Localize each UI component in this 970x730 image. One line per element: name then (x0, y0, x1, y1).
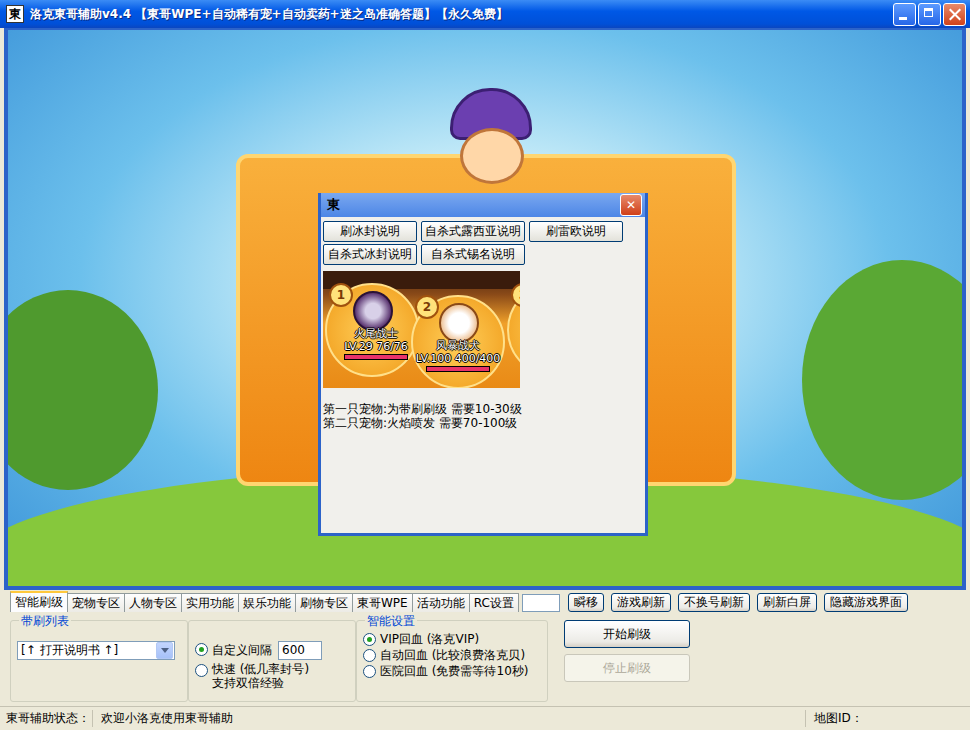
tab[interactable]: 宠物专区 (67, 593, 125, 612)
tab[interactable]: RC设置 (469, 593, 519, 612)
tab[interactable]: 实用功能 (181, 593, 239, 612)
heal-option[interactable]: VIP回血 (洛克VIP) (363, 631, 541, 647)
pet-name: 风暴战犬 (436, 339, 480, 352)
tab[interactable]: 活动功能 (412, 593, 470, 612)
farm-list-group: 带刷列表[↑ 打开说明书 ↑] (10, 620, 188, 702)
close-button[interactable] (943, 3, 966, 26)
pet-picture: 1 火尾战士LV.29 76/76 2 风暴战犬LV.100 400/400 3 (323, 271, 520, 388)
app-icon: 東 (6, 5, 24, 23)
help-button[interactable]: 刷冰封说明 (323, 221, 417, 242)
heal-option[interactable]: 自动回血 (比较浪费洛克贝) (363, 647, 541, 663)
help-button[interactable]: 自杀式露西亚说明 (421, 221, 525, 242)
slot-number: 3 (511, 283, 520, 307)
game-view[interactable]: 東✕刷冰封说明自杀式露西亚说明刷雷欧说明自杀式冰封说明自杀式锡名说明1火尾战士L… (4, 28, 966, 590)
window-title: 洛克東哥辅助v4.4 【東哥WPE+自动稀有宠+自动卖药+迷之岛准确答题】【永久… (30, 6, 887, 23)
tab[interactable]: 人物专区 (124, 593, 182, 612)
heal-option[interactable]: 医院回血 (免费需等待10秒) (363, 663, 541, 679)
status-bar: 東哥辅助状态：欢迎小洛克使用東哥辅助地图ID： (0, 706, 970, 730)
pet-avatar-icon (353, 291, 393, 331)
radio-icon (363, 633, 376, 646)
pet-avatar-icon (439, 303, 479, 343)
pet-slot: 3 (499, 271, 520, 388)
group-legend: 带刷列表 (19, 613, 71, 630)
pet-slot: 1 火尾战士LV.29 76/76 (323, 271, 427, 388)
help-text: 第一只宠物:为带刷刷级 需要10-30级 (323, 402, 643, 416)
status-message: 欢迎小洛克使用東哥辅助 (92, 710, 805, 727)
slot-number: 2 (415, 295, 439, 319)
radio-icon (195, 664, 208, 677)
action-button[interactable]: 不换号刷新 (678, 593, 750, 612)
farm-list-select[interactable]: [↑ 打开说明书 ↑] (17, 641, 175, 660)
run-button[interactable]: 停止刷级 (564, 654, 690, 682)
logo-icon (428, 88, 548, 198)
status-label: 東哥辅助状态： (6, 710, 92, 727)
help-dialog: 東✕刷冰封说明自杀式露西亚说明刷雷欧说明自杀式冰封说明自杀式锡名说明1火尾战士L… (318, 193, 648, 536)
action-button[interactable]: 刷新白屏 (757, 593, 817, 612)
bush (802, 260, 966, 500)
help-button[interactable]: 自杀式冰封说明 (323, 244, 417, 265)
hp-bar (344, 354, 408, 360)
tab[interactable]: 智能刷级 (10, 591, 68, 612)
minimize-button[interactable] (893, 3, 916, 26)
dropdown-icon (156, 642, 173, 659)
app-window: 東洛克東哥辅助v4.4 【東哥WPE+自动稀有宠+自动卖药+迷之岛准确答题】【永… (0, 0, 970, 730)
tab[interactable]: 娱乐功能 (238, 593, 296, 612)
interval-field[interactable]: 600 (278, 641, 322, 660)
pet-slot: 2 风暴战犬LV.100 400/400 (403, 283, 513, 388)
dialog-close-button[interactable]: ✕ (620, 194, 642, 216)
settings-panel: 带刷列表[↑ 打开说明书 ↑]自定义间隔600快速 (低几率封号)支持双倍经验智… (0, 612, 970, 706)
radio-icon (363, 665, 376, 678)
smart-settings-group: 智能设置VIP回血 (洛克VIP)自动回血 (比较浪费洛克贝)医院回血 (免费需… (356, 620, 548, 702)
tab[interactable]: 刷物专区 (295, 593, 353, 612)
title-bar: 東洛克東哥辅助v4.4 【東哥WPE+自动稀有宠+自动卖药+迷之岛准确答题】【永… (0, 0, 970, 28)
run-button[interactable]: 开始刷级 (564, 620, 690, 648)
action-button[interactable]: 隐藏游戏界面 (824, 593, 908, 612)
help-text: 第二只宠物:火焰喷发 需要70-100级 (323, 416, 643, 430)
action-button[interactable]: 瞬移 (568, 593, 604, 612)
interval-option[interactable]: 快速 (低几率封号)支持双倍经验 (195, 662, 349, 690)
pet-stats: LV.29 76/76 (344, 340, 408, 353)
minimize-icon (899, 17, 907, 20)
close-icon (949, 8, 961, 20)
tab[interactable]: 東哥WPE (352, 593, 413, 612)
dialog-title: 東 (327, 196, 340, 214)
help-button[interactable]: 刷雷欧说明 (529, 221, 623, 242)
interval-option[interactable]: 自定义间隔600 (195, 641, 349, 660)
pet-name: 火尾战士 (354, 327, 398, 340)
search-field[interactable] (522, 594, 560, 612)
pet-stats: LV.100 400/400 (416, 352, 501, 365)
hp-bar (426, 366, 490, 372)
maximize-icon (924, 8, 933, 17)
action-button[interactable]: 游戏刷新 (611, 593, 671, 612)
maximize-button[interactable] (918, 3, 941, 26)
tab-bar: 智能刷级宠物专区人物专区实用功能娱乐功能刷物专区東哥WPE活动功能RC设置 瞬移游… (0, 592, 970, 612)
slot-number: 1 (329, 283, 353, 307)
help-button[interactable]: 自杀式锡名说明 (421, 244, 525, 265)
group-legend: 智能设置 (365, 613, 417, 630)
interval-group: 自定义间隔600 快速 (低几率封号)支持双倍经验 (188, 620, 356, 702)
radio-icon (195, 643, 208, 656)
map-id: 地图ID： (805, 710, 964, 727)
dialog-title-bar: 東✕ (321, 193, 645, 217)
radio-icon (363, 649, 376, 662)
bush (4, 290, 158, 490)
